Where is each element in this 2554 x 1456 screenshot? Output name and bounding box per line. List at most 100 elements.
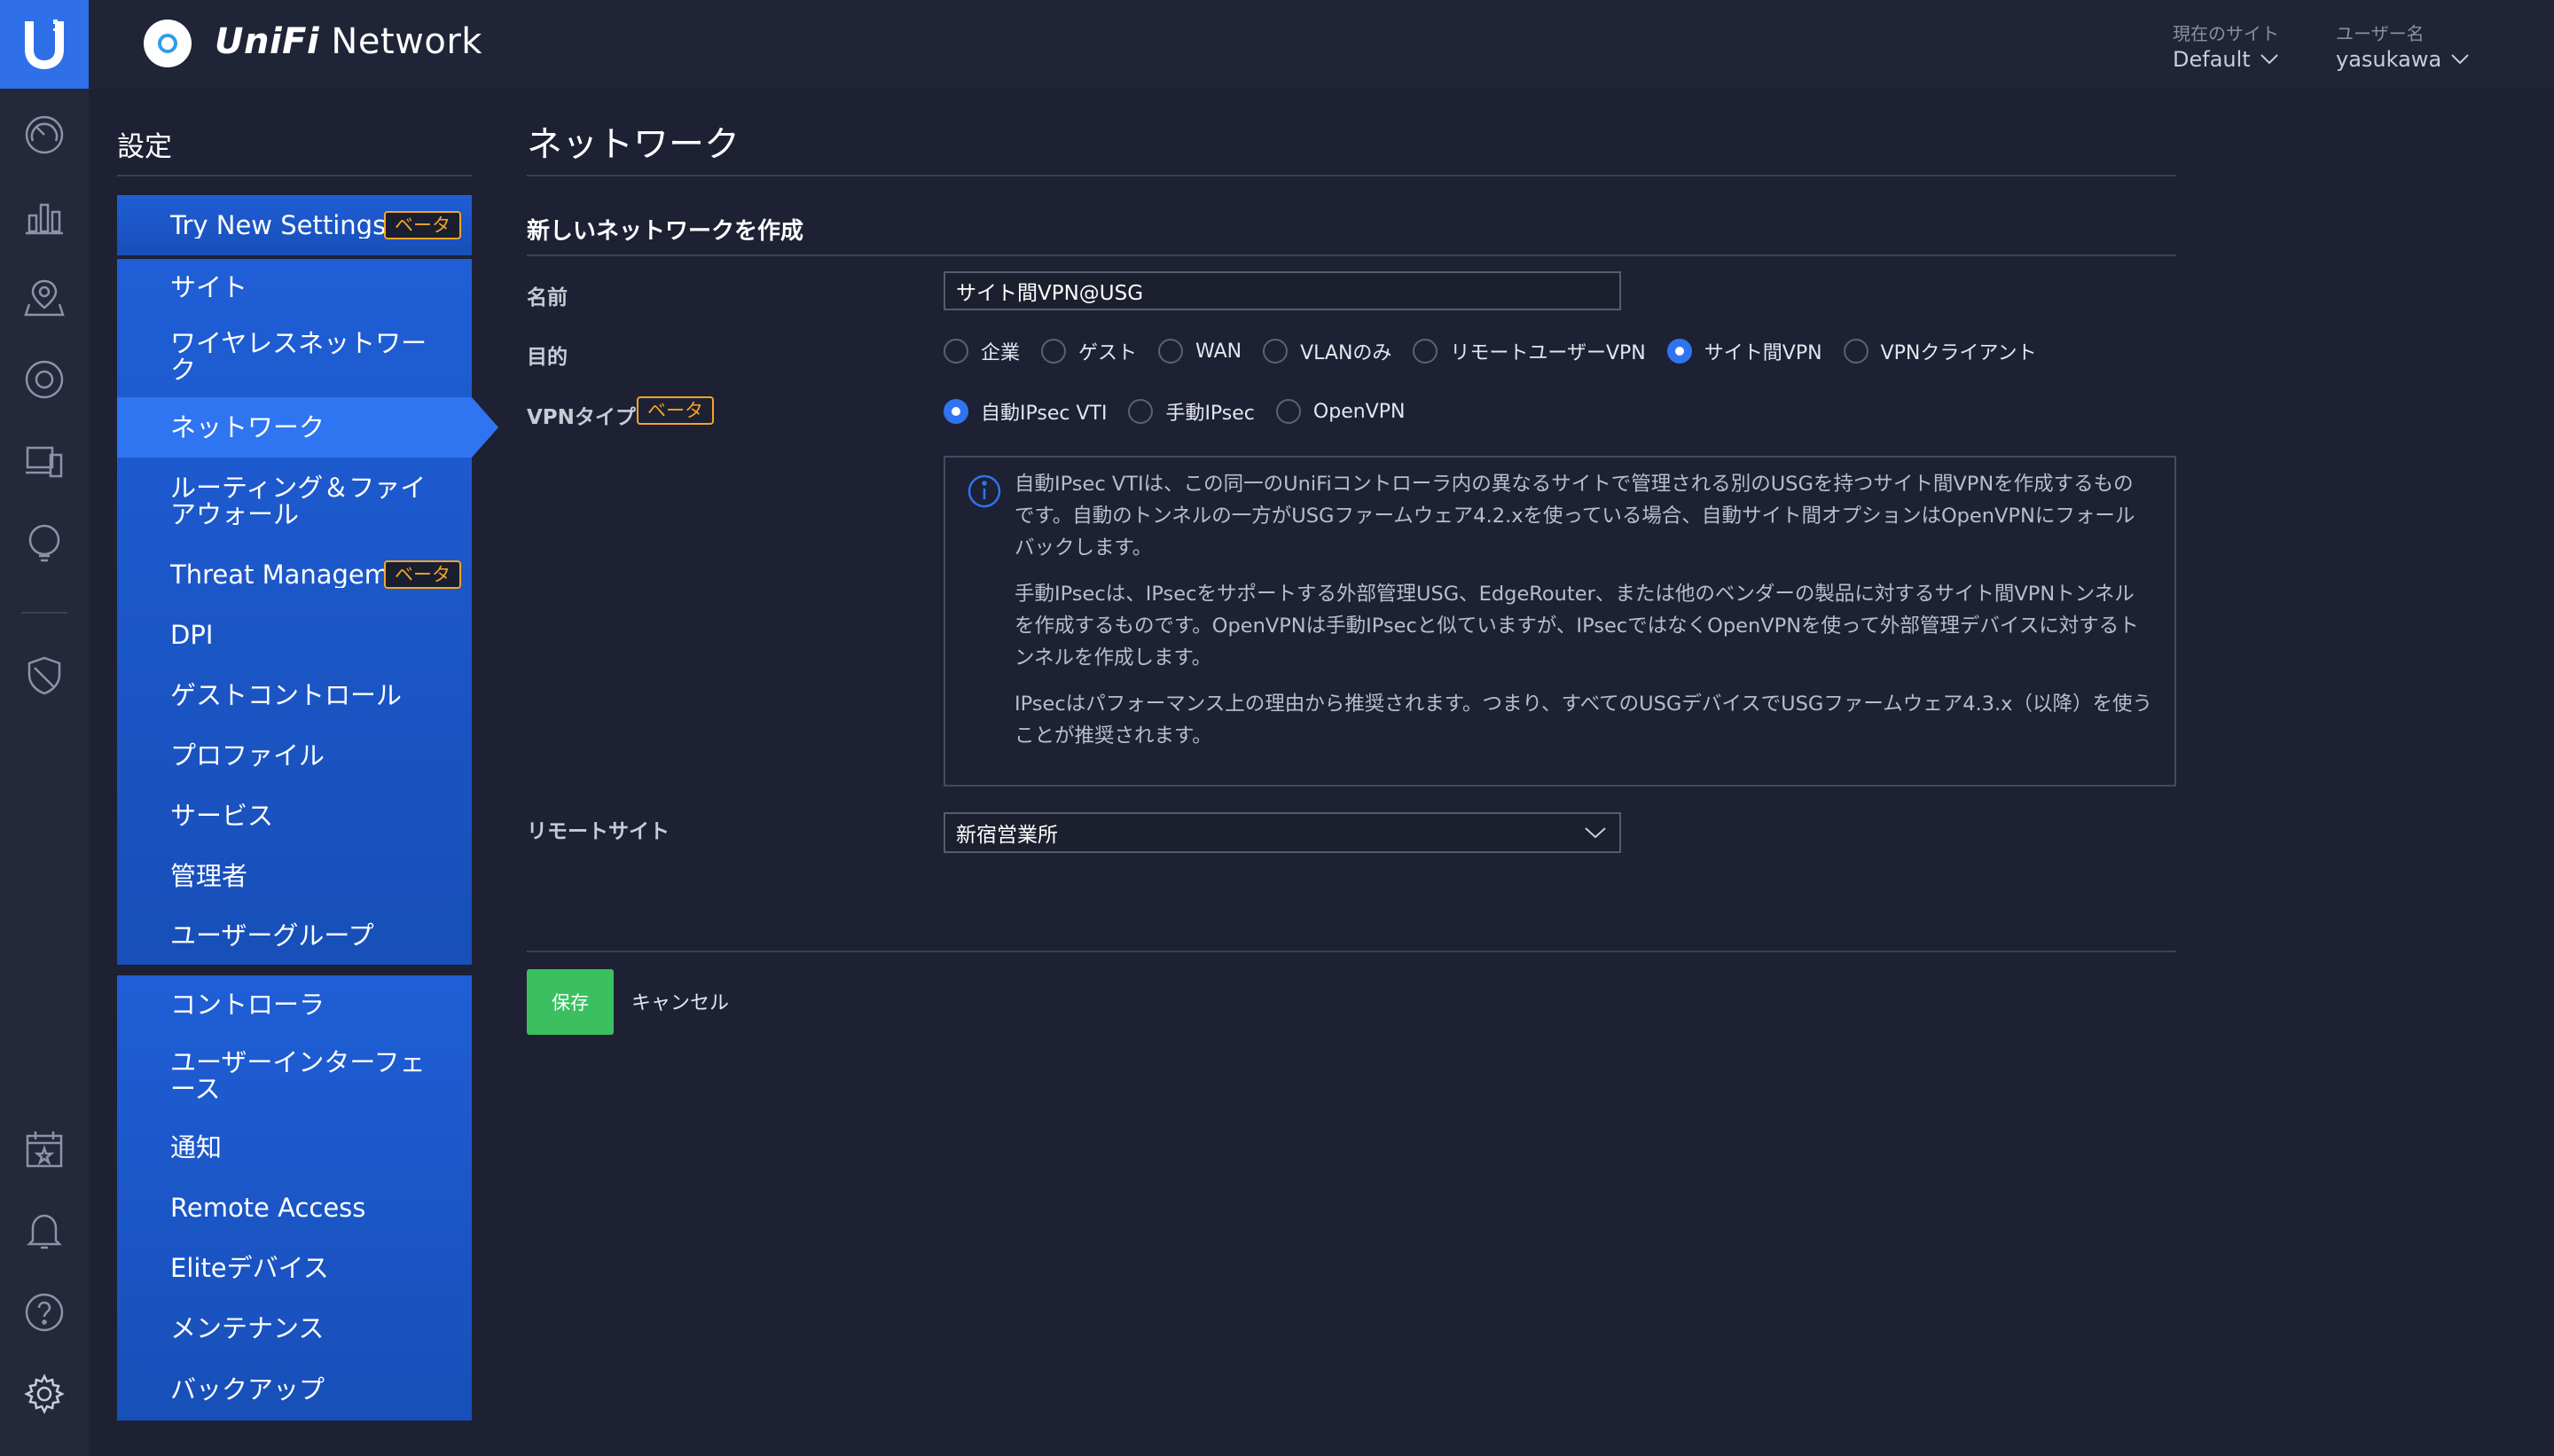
purpose-radio-site-to-site-vpn[interactable]: サイト間VPN [1666,337,1822,365]
nav-item-notifications[interactable]: 通知 [117,1117,472,1178]
purpose-radio-wan[interactable]: WAN [1158,339,1242,364]
remote-site-value: 新宿営業所 [956,824,1058,847]
nav-item-profiles[interactable]: プロファイル [117,725,472,786]
nav-item-site[interactable]: サイト [117,259,472,316]
nav-item-routing-firewall[interactable]: ルーティング＆ファイアウォール [117,458,472,544]
ubiquiti-logo-icon[interactable] [0,0,89,89]
user-label: ユーザー名 [2336,23,2425,44]
radio-label: OpenVPN [1312,400,1406,423]
radio-label: サイト間VPN [1704,342,1822,364]
nav-item-elite-devices[interactable]: Eliteデバイス [117,1238,472,1298]
nav-item-services[interactable]: サービス [117,786,472,846]
purpose-radio-remote-user-vpn[interactable]: リモートユーザーVPN [1413,337,1646,365]
settings-nav-group-site: サイト ワイヤレスネットワーク ネットワーク ルーティング＆ファイアウォール T… [117,259,498,965]
statistics-icon[interactable] [23,195,66,238]
nav-item-networks[interactable]: ネットワーク [117,397,498,458]
settings-title: 設定 [117,131,172,163]
beta-badge: ベータ [384,560,461,589]
nav-item-try-new-settings[interactable]: Try New Settings ベータ [117,195,472,255]
nav-item-guest-control[interactable]: ゲストコントロール [117,665,472,725]
clients-icon[interactable] [23,440,66,482]
nav-item-label: 管理者 [170,863,248,889]
settings-nav-group-beta: Try New Settings ベータ [117,195,472,255]
radio-label: 自動IPsec VTI [981,403,1108,425]
user-value: yasukawa [2336,47,2442,72]
nav-item-wireless-networks[interactable]: ワイヤレスネットワーク [117,316,472,397]
info-paragraph: 手動IPsecは、IPsecをサポートする外部管理USG、EdgeRouter、… [1015,583,2139,669]
dashboard-icon[interactable] [23,114,66,156]
radio-label: ゲスト [1078,342,1138,364]
nav-item-label: バックアップ [170,1376,325,1403]
nav-item-threat-management[interactable]: Threat Management ベータ [117,544,472,605]
settings-nav-group-controller: コントローラ ユーザーインターフェース 通知 Remote Access Eli… [117,975,472,1421]
brand-network: Network [331,21,482,62]
radio-label: 手動IPsec [1165,403,1255,425]
devices-icon[interactable] [23,358,66,401]
cancel-button[interactable]: キャンセル [631,987,729,1015]
chevron-down-icon [2451,54,2469,65]
radio-label: リモートユーザーVPN [1450,342,1646,364]
vpn-type-radio-group: 自動IPsec VTI 手動IPsec OpenVPN [944,397,1426,426]
info-paragraph: IPsecはパフォーマンス上の理由から推奨されます。つまり、すべてのUSGデバイ… [1015,693,2152,748]
name-label: 名前 [527,286,568,309]
nav-item-maintenance[interactable]: メンテナンス [117,1298,472,1358]
page-title: ネットワーク [527,124,740,165]
nav-item-label: Remote Access [170,1194,366,1221]
nav-item-dpi[interactable]: DPI [117,605,472,665]
vpn-type-label: VPNタイプ [527,406,636,429]
radio-label: WAN [1195,340,1242,363]
info-paragraph: 自動IPsec VTIは、この同一のUniFiコントローラ内の異なるサイトで管理… [1015,473,2135,560]
beta-badge: ベータ [384,211,461,239]
nav-item-label: ゲストコントロール [170,682,403,708]
alerts-bell-icon[interactable] [23,1209,66,1252]
help-icon[interactable] [23,1291,66,1334]
chevron-down-icon [2260,54,2278,65]
settings-divider [117,175,472,176]
nav-item-label: 通知 [170,1134,223,1161]
threat-shield-icon[interactable] [23,654,66,697]
chevron-down-icon [1585,827,1606,839]
save-button[interactable]: 保存 [527,969,614,1035]
site-selector[interactable]: 現在のサイト Default [2173,20,2279,72]
actions-divider [527,951,2176,952]
nav-item-remote-access[interactable]: Remote Access [117,1178,472,1238]
network-name-input[interactable] [944,271,1621,310]
map-icon[interactable] [23,277,66,319]
nav-item-controller[interactable]: コントローラ [117,975,472,1034]
nav-item-label: プロファイル [170,742,325,769]
vpn-type-radio-manual-ipsec[interactable]: 手動IPsec [1128,397,1255,426]
rail-separator [21,612,67,614]
events-calendar-icon[interactable] [23,1128,66,1170]
user-menu[interactable]: ユーザー名 yasukawa [2336,20,2470,72]
site-label: 現在のサイト [2173,23,2279,44]
nav-item-label: サービス [170,802,274,829]
nav-item-label: Threat Management [170,561,385,588]
purpose-radio-vpn-client[interactable]: VPNクライアント [1843,337,2037,365]
nav-item-backup[interactable]: バックアップ [117,1358,472,1421]
remote-site-label: リモートサイト [527,820,670,843]
title-divider [527,175,2176,176]
nav-item-admins[interactable]: 管理者 [117,846,472,906]
radio-label: VPNクライアント [1880,342,2037,364]
settings-gear-icon[interactable] [23,1373,66,1415]
nav-item-label: メンテナンス [170,1315,325,1342]
section-title: 新しいネットワークを作成 [527,218,804,245]
nav-item-user-interface[interactable]: ユーザーインターフェース [117,1034,472,1117]
info-icon [968,474,1001,508]
vpn-type-radio-auto-ipsec-vti[interactable]: 自動IPsec VTI [944,397,1107,426]
nav-item-label: Eliteデバイス [170,1255,329,1281]
vpn-type-radio-openvpn[interactable]: OpenVPN [1275,399,1406,424]
purpose-radio-vlan-only[interactable]: VLANのみ [1263,337,1391,365]
nav-item-label: ワイヤレスネットワーク [170,328,427,385]
insights-icon[interactable] [23,521,66,564]
nav-item-label: ネットワーク [170,414,325,441]
nav-item-label: サイト [170,274,248,301]
nav-item-user-groups[interactable]: ユーザーグループ [117,906,472,965]
remote-site-select[interactable]: 新宿営業所 [944,812,1621,853]
unifi-logo-icon[interactable] [144,20,192,67]
purpose-label: 目的 [527,346,568,369]
radio-label: 企業 [981,342,1021,364]
purpose-radio-corporate[interactable]: 企業 [944,337,1020,365]
section-divider [527,254,2176,256]
purpose-radio-guest[interactable]: ゲスト [1041,337,1137,365]
